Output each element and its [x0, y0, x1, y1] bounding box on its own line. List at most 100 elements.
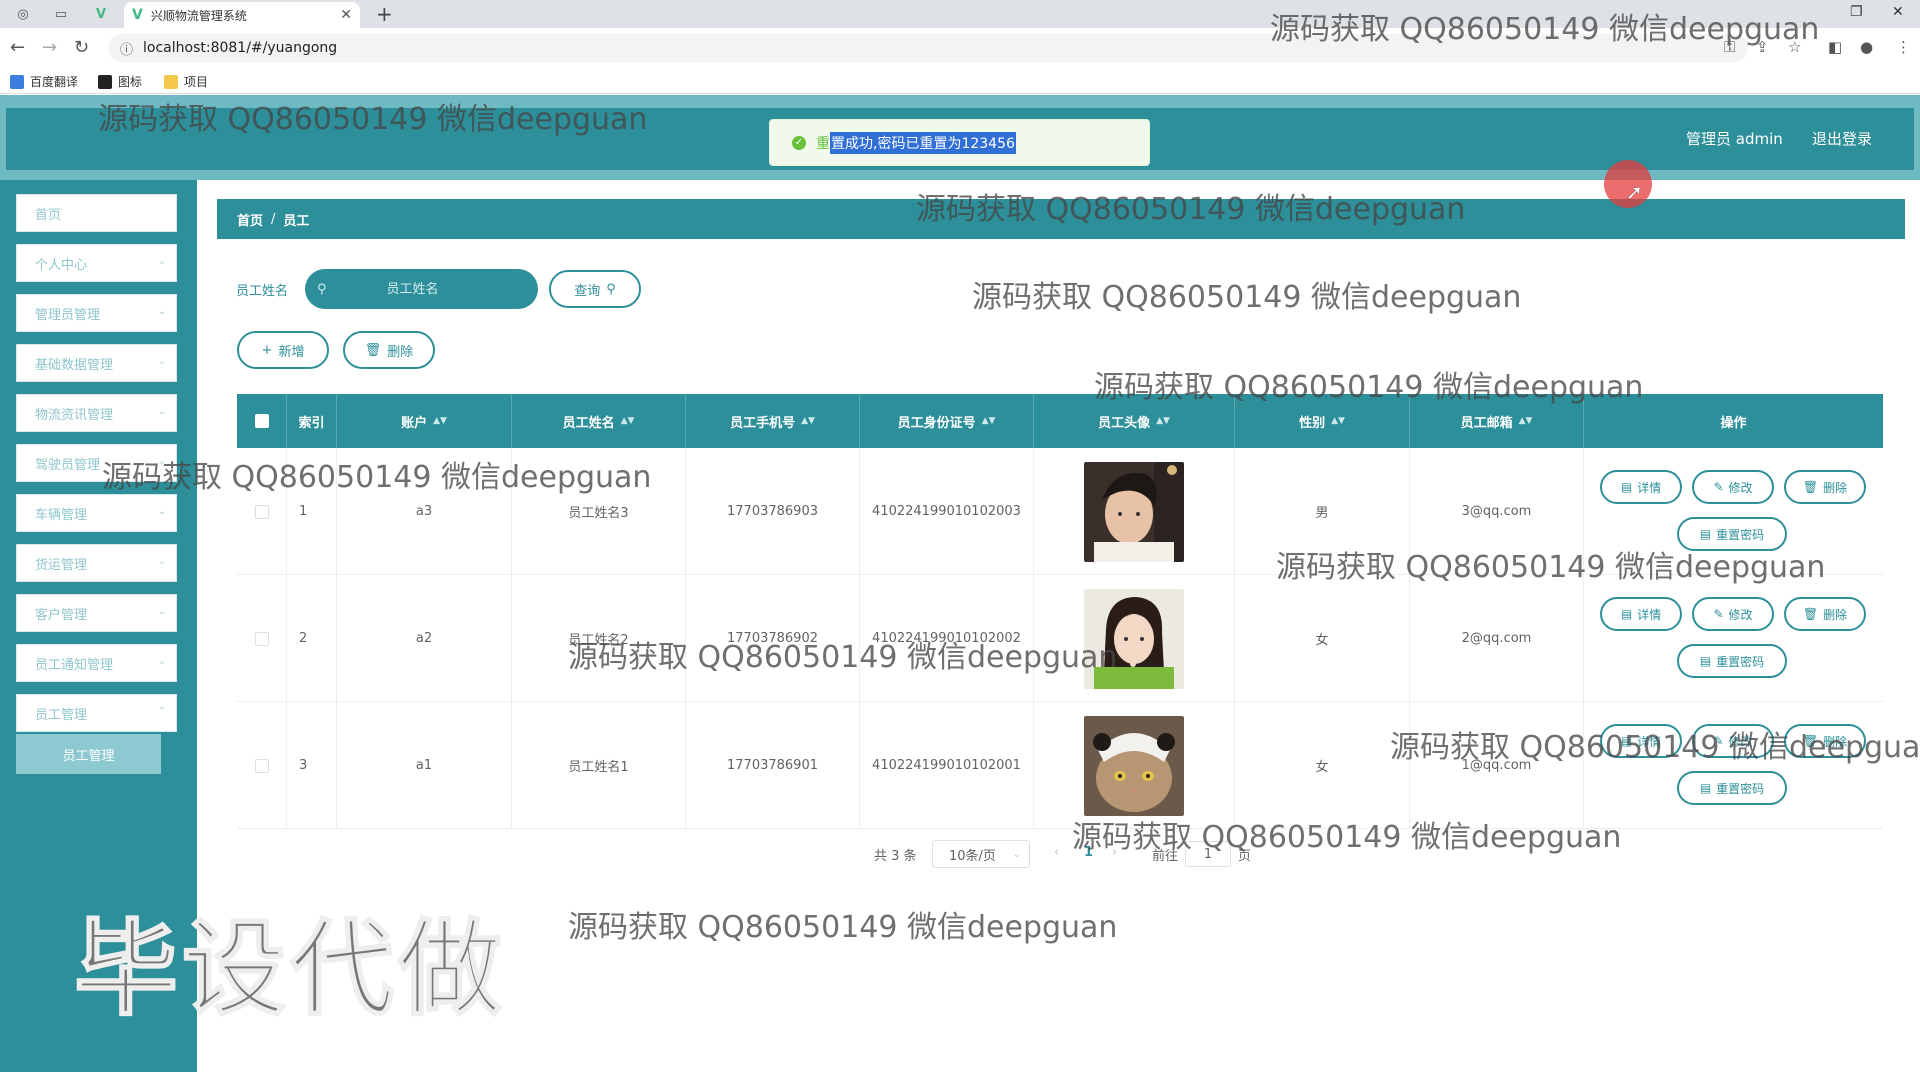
chevron-down-icon: ⌄: [157, 406, 166, 417]
row-checkbox[interactable]: [254, 504, 269, 519]
bookmark-folder[interactable]: 项目: [164, 73, 208, 90]
select-all-checkbox[interactable]: [254, 414, 269, 428]
watermark-text: 源码获取 QQ86050149 微信deepguan: [1276, 550, 1826, 585]
row-select-cell: [237, 702, 287, 829]
column-header-index: 索引: [287, 394, 337, 448]
sort-icon[interactable]: ▲▼: [1331, 416, 1345, 426]
column-header-id-card[interactable]: 员工身份证号 ▲▼: [860, 394, 1034, 448]
add-button[interactable]: + 新增: [237, 331, 329, 369]
page-size-select[interactable]: 10条/页 ⌄: [932, 840, 1030, 868]
close-window-icon[interactable]: ✕: [1892, 4, 1904, 20]
column-header-phone[interactable]: 员工手机号 ▲▼: [686, 394, 860, 448]
reset-password-button[interactable]: ▤ 重置密码: [1677, 644, 1787, 678]
watermark-text: 源码获取 QQ86050149 微信deepguan: [916, 192, 1466, 227]
row-checkbox[interactable]: [254, 631, 269, 646]
new-tab-icon[interactable]: +: [376, 2, 393, 26]
watermark-big-text: 毕设代做: [73, 907, 507, 1031]
watermark-text: 源码获取 QQ86050149 微信deepguan: [1390, 730, 1920, 765]
watermark-text: 源码获取 QQ86050149 微信deepguan: [972, 280, 1522, 315]
cell-name: 员工姓名1: [512, 702, 686, 829]
batch-delete-button[interactable]: 🗑 删除: [343, 331, 435, 369]
cell-avatar: [1034, 702, 1235, 829]
check-circle-icon: ✓: [792, 135, 806, 150]
watermark-text: 源码获取 QQ86050149 微信deepguan: [102, 460, 652, 495]
avatar: [1084, 715, 1184, 816]
chevron-down-icon: ⌄: [157, 556, 166, 567]
sidebar-subitem-staff-management[interactable]: 员工管理: [16, 734, 161, 774]
sort-icon[interactable]: ▲▼: [621, 416, 635, 426]
cell-account: a1: [337, 702, 512, 829]
browser-tab-active[interactable]: V 兴顺物流管理系统 ✕: [124, 2, 360, 28]
pinned-tab-icon[interactable]: ▭: [46, 3, 76, 25]
breadcrumb-current: 员工: [283, 213, 310, 229]
cell-index: 2: [287, 575, 337, 702]
document-icon: ▤: [1699, 527, 1712, 541]
row-checkbox[interactable]: [254, 758, 269, 773]
column-header-name[interactable]: 员工姓名 ▲▼: [512, 394, 686, 448]
vue-favicon-icon: V: [132, 7, 143, 23]
edit-button[interactable]: ✎ 修改: [1692, 597, 1774, 631]
breadcrumb-separator: /: [271, 211, 276, 227]
forward-icon[interactable]: →: [42, 37, 57, 58]
search-input[interactable]: [386, 281, 537, 297]
chevron-down-icon: ⌄: [157, 506, 166, 517]
bookmark-item[interactable]: 百度翻译: [10, 73, 78, 90]
search-icon: ⚲: [606, 281, 616, 297]
search-icon: ⚲: [317, 281, 327, 297]
prev-page-icon[interactable]: ‹: [1054, 845, 1059, 860]
logout-link[interactable]: 退出登录: [1812, 128, 1872, 149]
sidebar-item-staff[interactable]: 员工管理 ⌃: [16, 694, 177, 732]
row-select-cell: [237, 575, 287, 702]
chevron-down-icon: ⌄: [157, 356, 166, 367]
watermark-text: 源码获取 QQ86050149 微信deepguan: [1094, 370, 1644, 405]
sidepanel-icon[interactable]: ◧: [1828, 38, 1842, 56]
sidebar-item-vehicles[interactable]: 车辆管理 ⌄: [16, 494, 177, 532]
sort-icon[interactable]: ▲▼: [982, 416, 996, 426]
document-icon: ▤: [1620, 607, 1633, 621]
select-all-cell: [237, 394, 287, 448]
breadcrumb-home[interactable]: 首页: [237, 210, 263, 229]
sidebar-item-freight[interactable]: 货运管理 ⌄: [16, 544, 177, 582]
query-button[interactable]: 查询 ⚲: [549, 270, 641, 308]
success-toast: ✓ 重置成功,密码已重置为123456: [769, 119, 1150, 166]
trash-icon: 🗑: [1802, 607, 1819, 621]
sort-icon[interactable]: ▲▼: [433, 416, 447, 426]
sidebar-item-customers[interactable]: 客户管理 ⌄: [16, 594, 177, 632]
toast-message-prefix: 重: [816, 135, 830, 152]
restore-window-icon[interactable]: ❐: [1850, 4, 1863, 20]
menu-icon[interactable]: ⋮: [1896, 38, 1911, 56]
sidebar-item-basic-data[interactable]: 基础数据管理 ⌄: [16, 344, 177, 382]
detail-button[interactable]: ▤ 详情: [1600, 597, 1682, 631]
bookmark-icon: [98, 74, 112, 89]
cell-email: 2@qq.com: [1410, 575, 1584, 702]
sidebar-item-home[interactable]: 首页: [16, 194, 177, 232]
sort-icon[interactable]: ▲▼: [1519, 416, 1533, 426]
cell-actions: [1584, 575, 1883, 702]
reload-icon[interactable]: ↻: [74, 37, 89, 58]
delete-button[interactable]: 🗑 删除: [1784, 470, 1866, 504]
vue-tab-icon[interactable]: V: [86, 3, 116, 25]
sidebar-item-admins[interactable]: 管理员管理 ⌄: [16, 294, 177, 332]
cell-account: a2: [337, 575, 512, 702]
sort-icon[interactable]: ▲▼: [801, 416, 815, 426]
column-header-account[interactable]: 账户 ▲▼: [337, 394, 512, 448]
edit-button[interactable]: ✎ 修改: [1692, 470, 1774, 504]
back-icon[interactable]: ←: [10, 37, 25, 58]
watermark-text: 源码获取 QQ86050149 微信deepguan: [98, 102, 648, 137]
pinned-tab-icon[interactable]: ◎: [8, 3, 38, 25]
cell-gender: 女: [1235, 575, 1410, 702]
detail-button[interactable]: ▤ 详情: [1600, 470, 1682, 504]
site-info-icon[interactable]: ⓘ: [120, 39, 133, 58]
bookmark-item[interactable]: 图标: [98, 73, 142, 90]
trash-icon: 🗑: [1802, 480, 1819, 494]
close-tab-icon[interactable]: ✕: [340, 7, 352, 23]
sidebar-item-profile[interactable]: 个人中心 ⌄: [16, 244, 177, 282]
sidebar-item-staff-notices[interactable]: 员工通知管理 ⌄: [16, 644, 177, 682]
sidebar-item-news[interactable]: 物流资讯管理 ⌄: [16, 394, 177, 432]
sort-icon[interactable]: ▲▼: [1156, 416, 1170, 426]
search-field[interactable]: ⚲: [305, 269, 538, 309]
cell-id-card: 410224199010102001: [860, 702, 1034, 829]
reset-password-button[interactable]: ▤ 重置密码: [1677, 771, 1787, 805]
delete-button[interactable]: 🗑 删除: [1784, 597, 1866, 631]
profile-icon[interactable]: ●: [1860, 38, 1873, 56]
